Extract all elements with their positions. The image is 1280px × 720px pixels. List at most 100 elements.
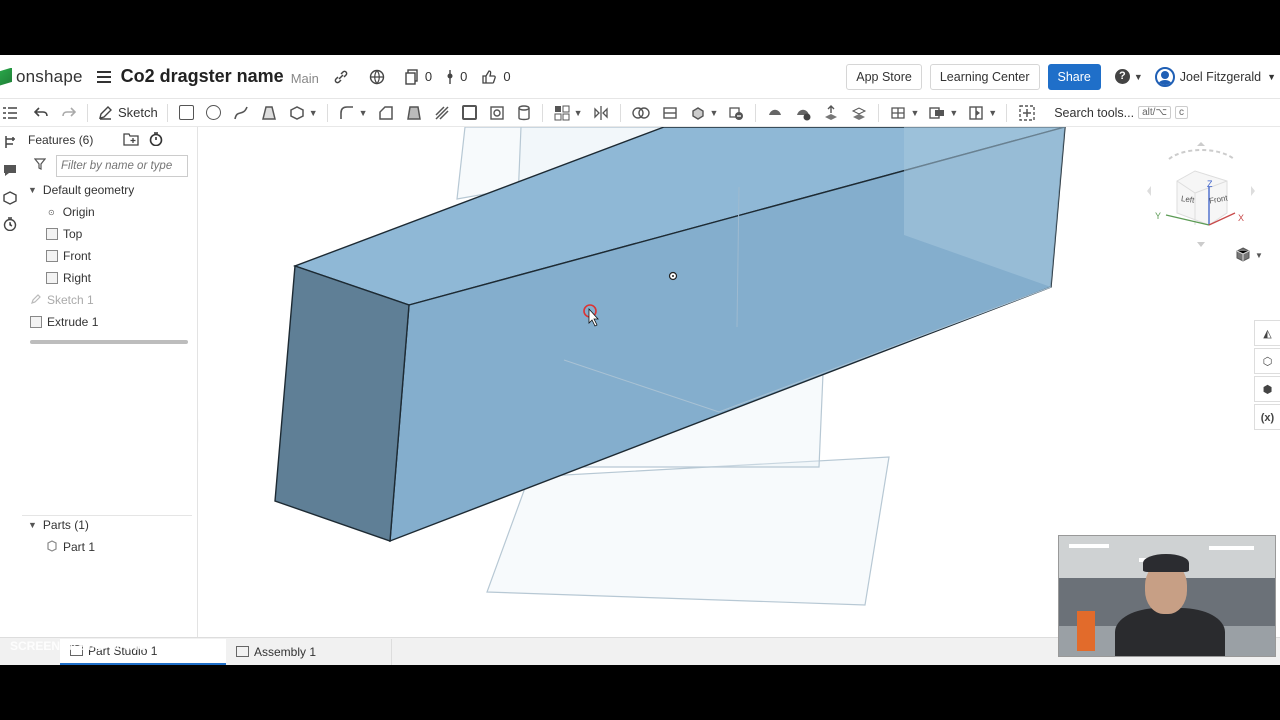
view-cube-left-label[interactable]: Left bbox=[1180, 194, 1194, 205]
view-cube[interactable]: Z Y X Left Front bbox=[1139, 141, 1259, 251]
tree-item-extrude-1[interactable]: Extrude 1 bbox=[22, 311, 197, 333]
tree-item-sketch-1[interactable]: Sketch 1 bbox=[22, 289, 197, 311]
sketch-button[interactable]: Sketch bbox=[93, 105, 162, 121]
delete-face-tool-icon[interactable] bbox=[795, 105, 811, 121]
feature-tree-icon[interactable] bbox=[3, 135, 17, 149]
search-tools-field[interactable]: Search tools... alt/⌥ c bbox=[1054, 106, 1188, 120]
loft-tool-icon[interactable] bbox=[261, 105, 277, 121]
learning-center-button[interactable]: Learning Center bbox=[929, 63, 1040, 90]
toolbar-divider bbox=[878, 103, 880, 122]
documents-icon[interactable]: 0 bbox=[405, 68, 432, 85]
link-icon[interactable] bbox=[333, 69, 349, 85]
app-store-button[interactable]: App Store bbox=[846, 63, 922, 90]
extrude-1-label: Extrude 1 bbox=[47, 315, 99, 329]
tree-item-top[interactable]: Top bbox=[22, 223, 197, 245]
history-icon[interactable] bbox=[3, 217, 17, 232]
variables-icon[interactable]: (x) bbox=[1254, 404, 1280, 430]
help-chevron-down-icon: ▼ bbox=[1133, 71, 1143, 82]
chevron-down-icon[interactable]: ▼ bbox=[28, 520, 37, 530]
redo-icon[interactable] bbox=[62, 106, 76, 119]
user-menu[interactable]: Joel Fitzgerald ▼ bbox=[1154, 66, 1280, 87]
rollback-timer-icon[interactable] bbox=[149, 131, 163, 149]
appearance-panel-icon[interactable]: ◭ bbox=[1254, 320, 1280, 346]
part-icon bbox=[46, 539, 58, 555]
transform-tool-icon[interactable] bbox=[690, 105, 706, 121]
document-title[interactable]: Co2 dragster name bbox=[121, 66, 284, 87]
mate-chevron-down-icon[interactable]: ▼ bbox=[949, 108, 958, 118]
hole-tool-icon[interactable] bbox=[489, 105, 505, 121]
chamfer-tool-icon[interactable] bbox=[378, 105, 394, 121]
pattern-chevron-down-icon[interactable]: ▼ bbox=[574, 108, 583, 118]
parts-icon[interactable] bbox=[3, 191, 17, 205]
branch-label[interactable]: Main bbox=[291, 71, 319, 86]
comment-icon[interactable] bbox=[3, 163, 17, 177]
feature-list-toggle-icon[interactable] bbox=[2, 106, 18, 120]
shell-tool-icon[interactable] bbox=[461, 105, 477, 120]
transform-chevron-down-icon[interactable]: ▼ bbox=[710, 108, 719, 118]
mate-connector-tool-icon[interactable] bbox=[929, 105, 945, 121]
view-options-chevron-down-icon: ▼ bbox=[1255, 250, 1263, 260]
draft-tool-icon[interactable] bbox=[406, 105, 422, 121]
sketch-1-label: Sketch 1 bbox=[47, 293, 94, 307]
revolve-tool-icon[interactable] bbox=[205, 105, 221, 120]
globe-icon[interactable] bbox=[369, 69, 385, 85]
share-button[interactable]: Share bbox=[1047, 63, 1101, 90]
default-geometry-label: Default geometry bbox=[42, 183, 135, 197]
section-chevron-down-icon[interactable]: ▼ bbox=[988, 108, 997, 118]
versions-icon[interactable]: 0 bbox=[446, 69, 467, 85]
help-icon[interactable]: ? ▼ bbox=[1114, 69, 1143, 84]
fillet-tool-icon[interactable] bbox=[339, 105, 355, 121]
configurations-icon[interactable]: ⬡ bbox=[1254, 348, 1280, 374]
hamburger-menu-icon[interactable] bbox=[96, 70, 111, 83]
rib-tool-icon[interactable] bbox=[434, 105, 450, 121]
logo-text: onshape bbox=[16, 66, 83, 86]
tree-item-right[interactable]: Right bbox=[22, 267, 197, 289]
plane-tool-icon[interactable] bbox=[890, 105, 906, 121]
part-1-label: Part 1 bbox=[63, 540, 96, 554]
section-view-tool-icon[interactable] bbox=[968, 105, 984, 121]
feature-list-panel: Features (6) ▼ Default geometry ⊙ Origin… bbox=[22, 127, 198, 637]
onshape-logo[interactable]: onshape bbox=[0, 67, 83, 87]
extrude-icon bbox=[30, 316, 42, 328]
plane-chevron-down-icon[interactable]: ▼ bbox=[910, 108, 919, 118]
boolean-tool-icon[interactable] bbox=[631, 106, 650, 120]
feature-list-scrollbar[interactable] bbox=[30, 340, 188, 344]
tree-item-part-1[interactable]: Part 1 bbox=[46, 536, 95, 558]
sweep-tool-icon[interactable] bbox=[233, 105, 249, 121]
onshape-logo-mark bbox=[0, 67, 12, 86]
pattern-tool-icon[interactable] bbox=[554, 105, 570, 121]
right-rail: ◭ ⬡ ⬢ (x) bbox=[1254, 320, 1280, 432]
front-plane-label: Front bbox=[63, 249, 92, 263]
like-icon[interactable]: 0 bbox=[481, 69, 511, 85]
add-folder-icon[interactable] bbox=[123, 132, 140, 149]
thicken-tool-icon[interactable] bbox=[289, 105, 305, 121]
toolbar-divider bbox=[755, 103, 757, 122]
filter-input[interactable] bbox=[56, 155, 188, 177]
cylinder-tool-icon[interactable] bbox=[517, 104, 531, 121]
parts-folder[interactable]: ▼ Parts (1) bbox=[28, 514, 89, 536]
surface-tool-icon[interactable] bbox=[767, 105, 783, 121]
split-tool-icon[interactable] bbox=[662, 105, 678, 121]
tab-assembly-1[interactable]: Assembly 1 bbox=[226, 638, 392, 665]
properties-icon[interactable]: ⬢ bbox=[1254, 376, 1280, 402]
tree-item-origin[interactable]: ⊙ Origin bbox=[22, 201, 197, 223]
toolbar-divider bbox=[619, 103, 621, 122]
mirror-tool-icon[interactable] bbox=[593, 105, 609, 121]
move-face-tool-icon[interactable] bbox=[823, 104, 839, 121]
thicken-chevron-down-icon[interactable]: ▼ bbox=[309, 108, 318, 118]
chevron-down-icon[interactable]: ▼ bbox=[28, 185, 37, 195]
right-plane-label: Right bbox=[63, 271, 92, 285]
help-glyph: ? bbox=[1114, 69, 1130, 84]
add-custom-feature-icon[interactable] bbox=[1018, 104, 1036, 122]
default-geometry-folder[interactable]: ▼ Default geometry bbox=[22, 179, 197, 201]
filter-icon[interactable] bbox=[33, 157, 47, 175]
fillet-chevron-down-icon[interactable]: ▼ bbox=[359, 108, 368, 118]
replace-face-tool-icon[interactable] bbox=[851, 105, 867, 121]
view-options-button[interactable]: ▼ bbox=[1235, 247, 1263, 263]
delete-part-tool-icon[interactable] bbox=[728, 105, 744, 121]
features-title: Features (6) bbox=[28, 133, 94, 147]
undo-icon[interactable] bbox=[34, 106, 48, 119]
versions-count: 0 bbox=[460, 69, 468, 84]
tree-item-front[interactable]: Front bbox=[22, 245, 197, 267]
extrude-tool-icon[interactable] bbox=[178, 105, 194, 120]
